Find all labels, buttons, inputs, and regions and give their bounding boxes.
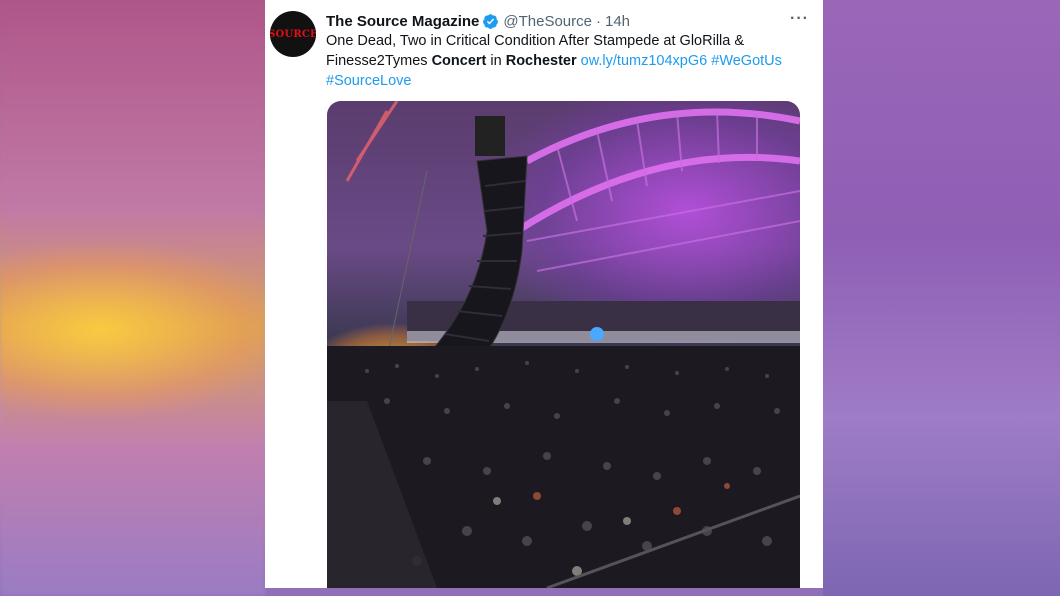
concert-photo-illustration bbox=[327, 101, 800, 588]
avatar-logo-text: SOURCE bbox=[270, 26, 316, 42]
tweet-photo[interactable] bbox=[327, 101, 800, 588]
tweet-text-part: in bbox=[486, 53, 506, 69]
tweet-header: The Source Magazine @TheSource · 14h bbox=[326, 11, 813, 31]
timestamp[interactable]: 14h bbox=[605, 13, 630, 30]
tweet-text: One Dead, Two in Critical Condition Afte… bbox=[326, 31, 806, 91]
tweet-bold-concert: Concert bbox=[431, 53, 487, 69]
author-handle[interactable]: @TheSource bbox=[503, 13, 592, 30]
blurred-background-left bbox=[0, 0, 265, 596]
blurred-background-right bbox=[823, 0, 1060, 596]
tweet-link[interactable]: ow.ly/tumz104xpG6 bbox=[581, 53, 708, 69]
hashtag-wegotus[interactable]: #WeGotUs bbox=[711, 53, 782, 69]
avatar[interactable]: SOURCE bbox=[270, 11, 316, 57]
verified-badge-icon bbox=[483, 13, 499, 29]
tweet-card[interactable]: SOURCE The Source Magazine @TheSource · … bbox=[265, 0, 823, 588]
tweet-bold-rochester: Rochester bbox=[505, 53, 577, 69]
author-name[interactable]: The Source Magazine bbox=[326, 13, 479, 30]
separator-dot: · bbox=[595, 12, 601, 30]
more-options-icon[interactable]: ··· bbox=[790, 10, 809, 28]
hashtag-sourcelove[interactable]: #SourceLove bbox=[326, 73, 411, 89]
